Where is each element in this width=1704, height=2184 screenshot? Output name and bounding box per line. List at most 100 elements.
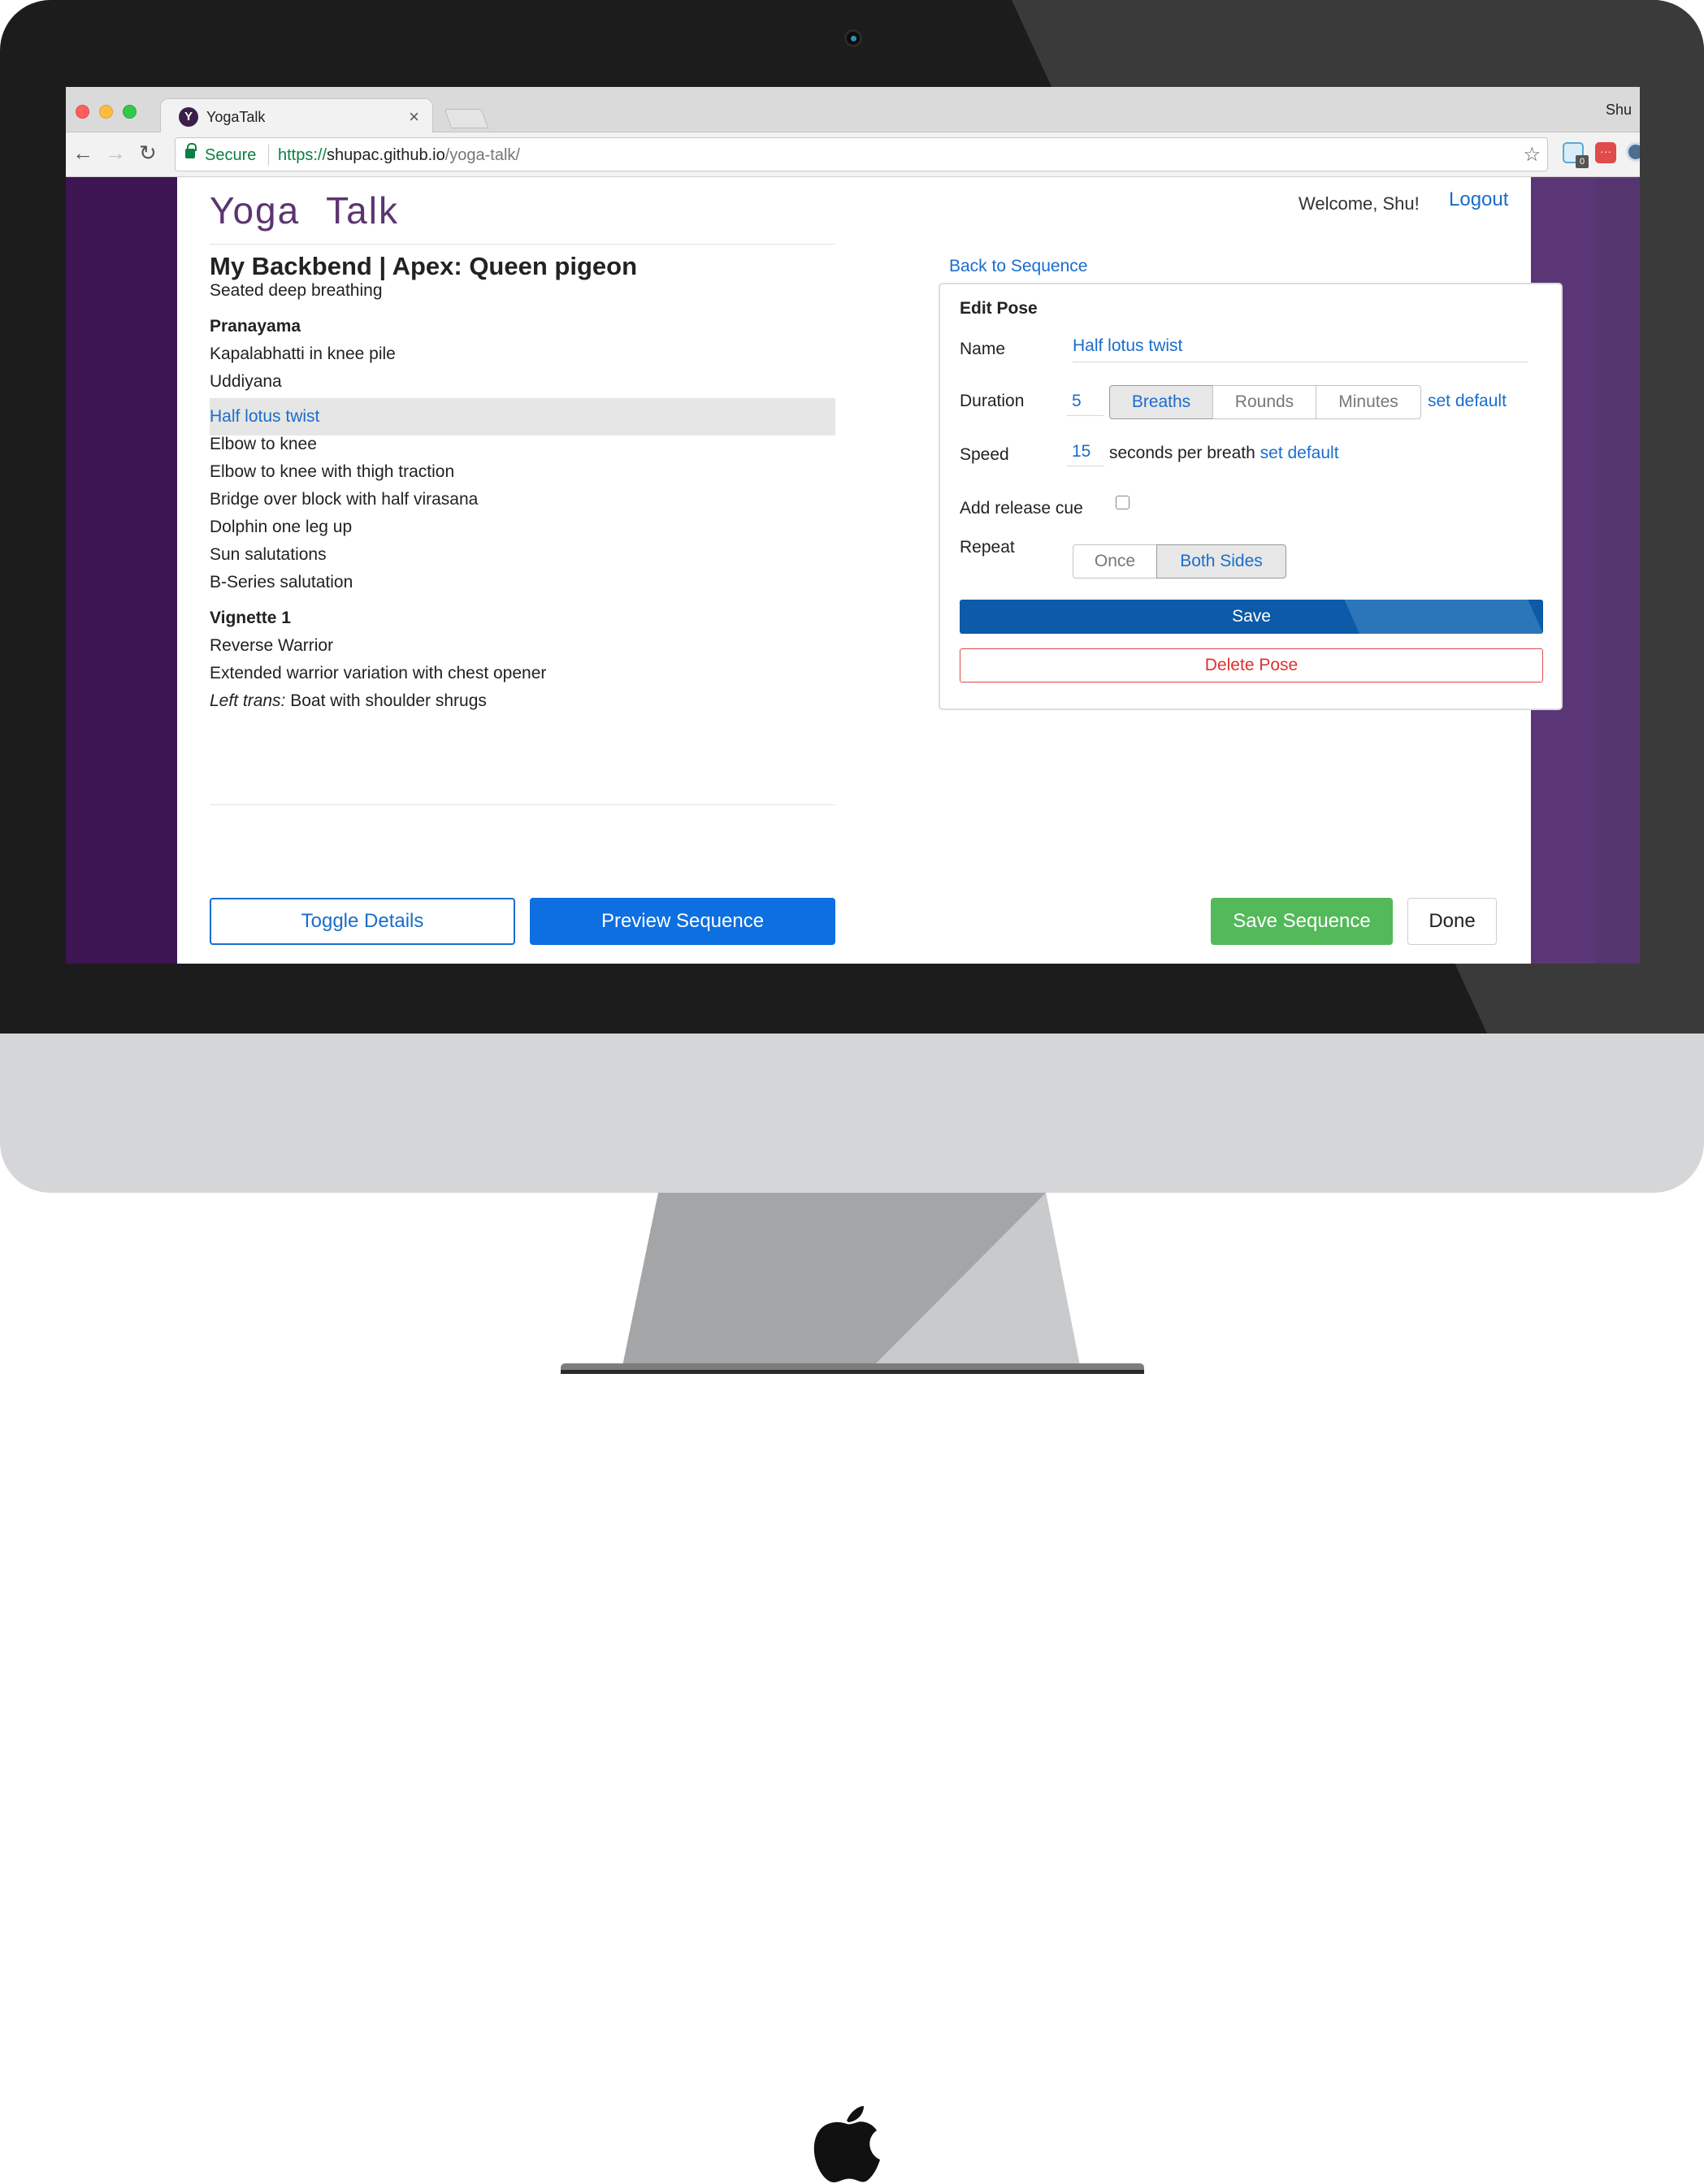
duration-set-default-link[interactable]: set default	[1428, 392, 1507, 411]
speed-suffix: seconds per breath set default	[1109, 444, 1339, 463]
duration-label: Duration	[960, 392, 1025, 410]
duration-minutes-toggle[interactable]: Minutes	[1316, 385, 1421, 419]
extension-eye-icon[interactable]	[1626, 142, 1640, 162]
page-right-margin	[1596, 179, 1640, 964]
new-tab-button[interactable]	[444, 109, 489, 128]
list-item[interactable]: Bridge over block with half virasana	[210, 490, 478, 509]
duration-breaths-toggle[interactable]: Breaths	[1109, 385, 1213, 419]
list-item[interactable]: Uddiyana	[210, 372, 282, 392]
edit-pose-title: Edit Pose	[960, 299, 1038, 318]
list-item[interactable]: Left trans: Boat with shoulder shrugs	[210, 691, 487, 711]
pose-label: Reverse Warrior	[210, 636, 334, 655]
logout-link[interactable]: Logout	[1449, 188, 1508, 211]
save-button-highlight	[1344, 600, 1543, 634]
lock-icon	[185, 143, 197, 158]
speed-set-default-link[interactable]: set default	[1260, 444, 1339, 462]
name-label: Name	[960, 340, 1006, 358]
list-item[interactable]: Dolphin one leg up	[210, 518, 352, 537]
profile-name[interactable]: Shu	[1606, 102, 1632, 119]
pose-label: Elbow to knee with thigh traction	[210, 462, 455, 481]
save-pose-button[interactable]: Save	[960, 600, 1543, 634]
pose-label: Pranayama	[210, 317, 301, 336]
back-arrow-icon[interactable]: ←	[72, 141, 93, 166]
delete-pose-button[interactable]: Delete Pose	[960, 648, 1543, 682]
pose-label: Bridge over block with half virasana	[210, 490, 479, 509]
duration-rounds-toggle[interactable]: Rounds	[1212, 385, 1316, 419]
close-tab-icon[interactable]: ×	[409, 106, 419, 128]
browser-titlebar: Y YogaTalk × Shu	[66, 87, 1640, 134]
yogatalk-page: Yoga Talk Welcome, Shu! Logout My Backbe…	[177, 177, 1563, 964]
page-left-margin	[66, 177, 177, 964]
url-host: shupac.github.io	[327, 146, 445, 164]
pose-label: Dolphin one leg up	[210, 518, 353, 536]
yogatalk-favicon-icon: Y	[179, 107, 198, 127]
speed-input[interactable]: 15	[1067, 439, 1104, 466]
save-pose-label: Save	[1232, 607, 1271, 626]
bookmark-star-icon[interactable]: ☆	[1523, 143, 1541, 167]
back-to-sequence-link[interactable]: Back to Sequence	[949, 257, 1087, 276]
speed-label: Speed	[960, 445, 1009, 464]
sequence-panel: My Backbend | Apex: Queen pigeon Seated …	[210, 244, 835, 805]
speed-unit-text: seconds per breath	[1109, 444, 1255, 462]
maximize-window-button[interactable]	[123, 105, 137, 119]
pose-label: Seated deep breathing	[210, 281, 383, 300]
list-item[interactable]: B-Series salutation	[210, 573, 353, 592]
pose-label: Boat with shoulder shrugs	[290, 691, 487, 710]
repeat-both-sides-toggle[interactable]: Both Sides	[1156, 544, 1286, 578]
header-divider	[210, 244, 835, 245]
pose-name-input[interactable]: Half lotus twist	[1073, 335, 1528, 362]
secure-label: Secure	[205, 146, 257, 164]
pose-label: Extended warrior variation with chest op…	[210, 664, 547, 682]
list-item[interactable]: Reverse Warrior	[210, 636, 333, 656]
monitor-stand	[561, 1193, 1144, 1374]
extension-badge: 0	[1576, 155, 1589, 168]
browser-toolbar: ← → ↻ Secure https://shupac.github.io/yo…	[66, 132, 1640, 177]
sequence-title: My Backbend | Apex: Queen pigeon	[210, 252, 638, 280]
url-scheme: https://	[278, 146, 327, 164]
repeat-label: Repeat	[960, 538, 1015, 557]
apple-logo-icon	[813, 2106, 880, 2182]
browser-tab[interactable]: Y YogaTalk ×	[160, 98, 433, 134]
preview-sequence-button[interactable]: Preview Sequence	[530, 898, 835, 945]
list-item[interactable]: Sun salutations	[210, 545, 327, 565]
list-item[interactable]: Kapalabhatti in knee pile	[210, 344, 396, 364]
list-item[interactable]: Seated deep breathing	[210, 281, 383, 301]
tab-title: YogaTalk	[206, 109, 266, 125]
welcome-message: Welcome, Shu!	[1299, 193, 1420, 214]
pose-label: Uddiyana	[210, 372, 282, 391]
pose-label: Vignette 1	[210, 609, 291, 627]
list-item[interactable]: Elbow to knee with thigh traction	[210, 462, 454, 482]
yogatalk-logo[interactable]: Yoga Talk	[210, 188, 399, 232]
close-window-button[interactable]	[76, 105, 89, 119]
forward-arrow-icon[interactable]: →	[105, 141, 126, 166]
edit-pose-panel: Edit Pose Name Half lotus twist Duration…	[939, 283, 1563, 710]
release-cue-label: Add release cue	[960, 499, 1083, 518]
url-text: https://shupac.github.io/yoga-talk/	[278, 146, 520, 165]
repeat-once-toggle[interactable]: Once	[1073, 544, 1157, 578]
pose-label: B-Series salutation	[210, 573, 353, 592]
reload-icon[interactable]: ↻	[139, 141, 157, 166]
pose-label: Half lotus twist	[210, 407, 320, 426]
pose-label: Sun salutations	[210, 545, 327, 564]
list-item[interactable]: Extended warrior variation with chest op…	[210, 664, 546, 683]
url-path: /yoga-talk/	[444, 146, 520, 164]
webcam-icon	[844, 29, 862, 47]
pose-label: Elbow to knee	[210, 435, 317, 453]
section-heading: Vignette 1	[210, 609, 291, 628]
list-divider	[210, 804, 835, 805]
list-item-selected[interactable]: Half lotus twist	[210, 398, 835, 436]
extension-ghostery-icon[interactable]: 0	[1563, 142, 1589, 168]
screen: Y YogaTalk × Shu ← → ↻ Secure https://sh…	[66, 87, 1640, 964]
section-heading: Pranayama	[210, 317, 301, 336]
release-cue-checkbox[interactable]	[1116, 496, 1129, 509]
toggle-details-button[interactable]: Toggle Details	[210, 898, 515, 945]
list-item[interactable]: Elbow to knee	[210, 435, 317, 454]
address-bar[interactable]: Secure https://shupac.github.io/yoga-tal…	[175, 137, 1548, 171]
save-sequence-button[interactable]: Save Sequence	[1211, 898, 1393, 945]
duration-input[interactable]: 5	[1067, 388, 1104, 416]
done-button[interactable]: Done	[1407, 898, 1497, 945]
extension-lastpass-icon[interactable]: ···	[1595, 142, 1616, 163]
minimize-window-button[interactable]	[99, 105, 113, 119]
address-divider	[268, 145, 269, 166]
pose-label: Kapalabhatti in knee pile	[210, 344, 396, 363]
